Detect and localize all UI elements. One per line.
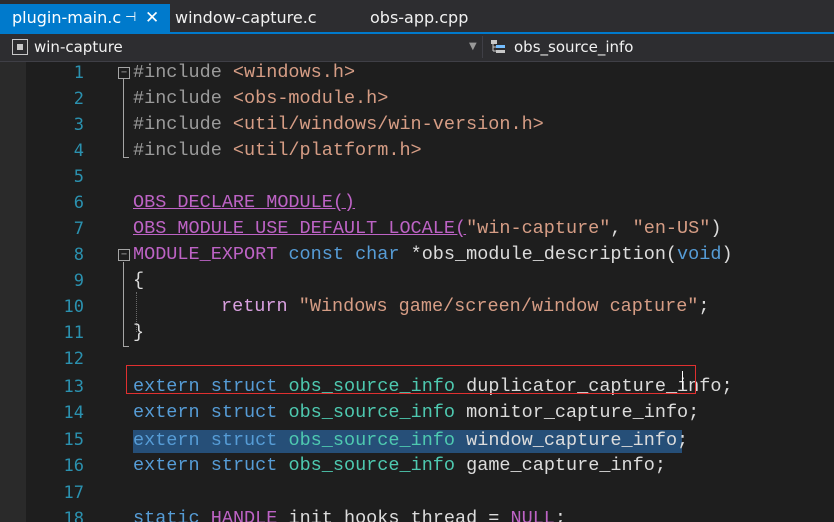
line-number: 13: [63, 377, 84, 397]
highlight-box: [126, 365, 696, 394]
string-literal: "Windows game/screen/window capture": [298, 296, 699, 317]
line-number: 3: [73, 115, 84, 135]
keyword: void: [677, 244, 722, 265]
code-line: 5: [0, 164, 834, 190]
keyword-return: return: [221, 296, 288, 317]
code-line: 14 extern struct obs_source_info monitor…: [0, 400, 834, 426]
project-icon: [12, 39, 28, 55]
macro: MODULE_EXPORT: [133, 244, 289, 265]
line-number: 6: [73, 193, 84, 213]
include-directive: #include: [133, 114, 233, 135]
selected-code-line: 15 extern struct obs_source_info window_…: [0, 427, 834, 453]
line-number: 5: [73, 167, 84, 187]
brace: {: [133, 270, 145, 291]
document-tab-bar: plugin-main.c ⊣ ✕ window-capture.c obs-a…: [0, 0, 834, 34]
chevron-down-icon[interactable]: ▼: [469, 37, 477, 57]
include-path: <util/platform.h>: [232, 140, 422, 161]
keyword: extern: [133, 455, 200, 476]
keyword: struct: [210, 455, 278, 476]
line-number: 16: [63, 456, 84, 476]
punctuation: ,: [610, 218, 633, 239]
include-directive: #include: [133, 62, 233, 83]
keyword: extern: [133, 402, 200, 423]
code-line: 9 {: [0, 268, 834, 294]
variable: monitor_capture_info;: [466, 402, 700, 423]
line-number: 17: [63, 483, 84, 503]
line-number: 2: [73, 89, 84, 109]
line-number: 12: [63, 349, 84, 369]
pin-icon[interactable]: ⊣: [125, 4, 136, 32]
code-line: 17: [0, 480, 834, 506]
line-number: 8: [73, 245, 84, 265]
include-path: <obs-module.h>: [232, 88, 389, 109]
project-name: win-capture: [34, 38, 123, 56]
keyword: struct: [210, 402, 278, 423]
tab-label: plugin-main.c: [12, 8, 122, 27]
keyword: struct: [210, 430, 278, 451]
include-directive: #include: [133, 140, 233, 161]
code-line: 1 − #include <windows.h>: [0, 62, 834, 86]
line-number: 10: [63, 297, 84, 317]
type-name: obs_source_info: [288, 402, 455, 423]
brace: }: [133, 322, 145, 343]
code-line: 4 #include <util/platform.h>: [0, 138, 834, 164]
line-number: 1: [73, 63, 84, 83]
variable: window_capture_info;: [466, 430, 689, 451]
tab-plugin-main[interactable]: plugin-main.c ⊣ ✕: [0, 4, 170, 32]
type-name: HANDLE: [210, 508, 278, 522]
code-line: 18 static HANDLE init_hooks_thread = NUL…: [0, 506, 834, 522]
variable: init_hooks_thread =: [277, 508, 511, 522]
project-dropdown[interactable]: win-capture ▼: [8, 37, 482, 57]
variable: game_capture_info;: [466, 455, 666, 476]
line-number: 14: [63, 403, 84, 423]
member-name: obs_source_info: [514, 38, 634, 56]
line-number: 11: [63, 323, 84, 343]
code-line: 2 #include <obs-module.h>: [0, 86, 834, 112]
code-line: 8 − MODULE_EXPORT const char *obs_module…: [0, 242, 834, 268]
code-line: 11 }: [0, 320, 834, 346]
collapse-icon[interactable]: −: [118, 249, 130, 261]
close-icon[interactable]: ✕: [145, 4, 159, 32]
punctuation: ): [710, 218, 722, 239]
code-line: 16 extern struct obs_source_info game_ca…: [0, 453, 834, 479]
keyword: char: [355, 244, 400, 265]
divider: [482, 36, 483, 58]
punctuation: ;: [698, 296, 710, 317]
code-line: 6 OBS_DECLARE_MODULE(): [0, 190, 834, 216]
macro: NULL: [510, 508, 555, 522]
keyword: const: [288, 244, 344, 265]
code-line: 3 #include <util/windows/win-version.h>: [0, 112, 834, 138]
type-name: obs_source_info: [288, 430, 455, 451]
text-caret: [682, 371, 683, 389]
keyword: static: [133, 508, 200, 522]
type-name: obs_source_info: [288, 455, 455, 476]
line-number: 4: [73, 141, 84, 161]
macro: OBS_DECLARE_MODULE(): [133, 192, 356, 213]
keyword: extern: [133, 430, 200, 451]
collapse-icon[interactable]: −: [118, 67, 130, 79]
member-icon: [491, 40, 505, 53]
function-signature: *obs_module_description(: [399, 244, 678, 265]
tab-label: obs-app.cpp: [370, 8, 469, 27]
include-directive: #include: [133, 88, 233, 109]
include-path: <util/windows/win-version.h>: [232, 114, 544, 135]
punctuation: ;: [554, 508, 567, 522]
string-literal: "en-US": [632, 218, 711, 239]
punctuation: ): [721, 244, 733, 265]
line-number: 15: [63, 430, 84, 450]
line-number: 18: [63, 509, 84, 522]
code-line: 10 return "Windows game/screen/window ca…: [0, 294, 834, 320]
navigation-bar: win-capture ▼ obs_source_info: [0, 34, 834, 62]
include-path: <windows.h>: [232, 62, 356, 83]
member-dropdown[interactable]: obs_source_info: [488, 37, 828, 57]
macro: OBS_MODULE_USE_DEFAULT_LOCALE(: [133, 218, 467, 239]
code-line: 7 OBS_MODULE_USE_DEFAULT_LOCALE("win-cap…: [0, 216, 834, 242]
line-number: 9: [73, 271, 84, 291]
tab-label: window-capture.c: [175, 8, 317, 27]
string-literal: "win-capture": [466, 218, 611, 239]
code-editor[interactable]: 1 − #include <windows.h> 2 #include <obs…: [0, 62, 834, 522]
line-number: 7: [73, 219, 84, 239]
